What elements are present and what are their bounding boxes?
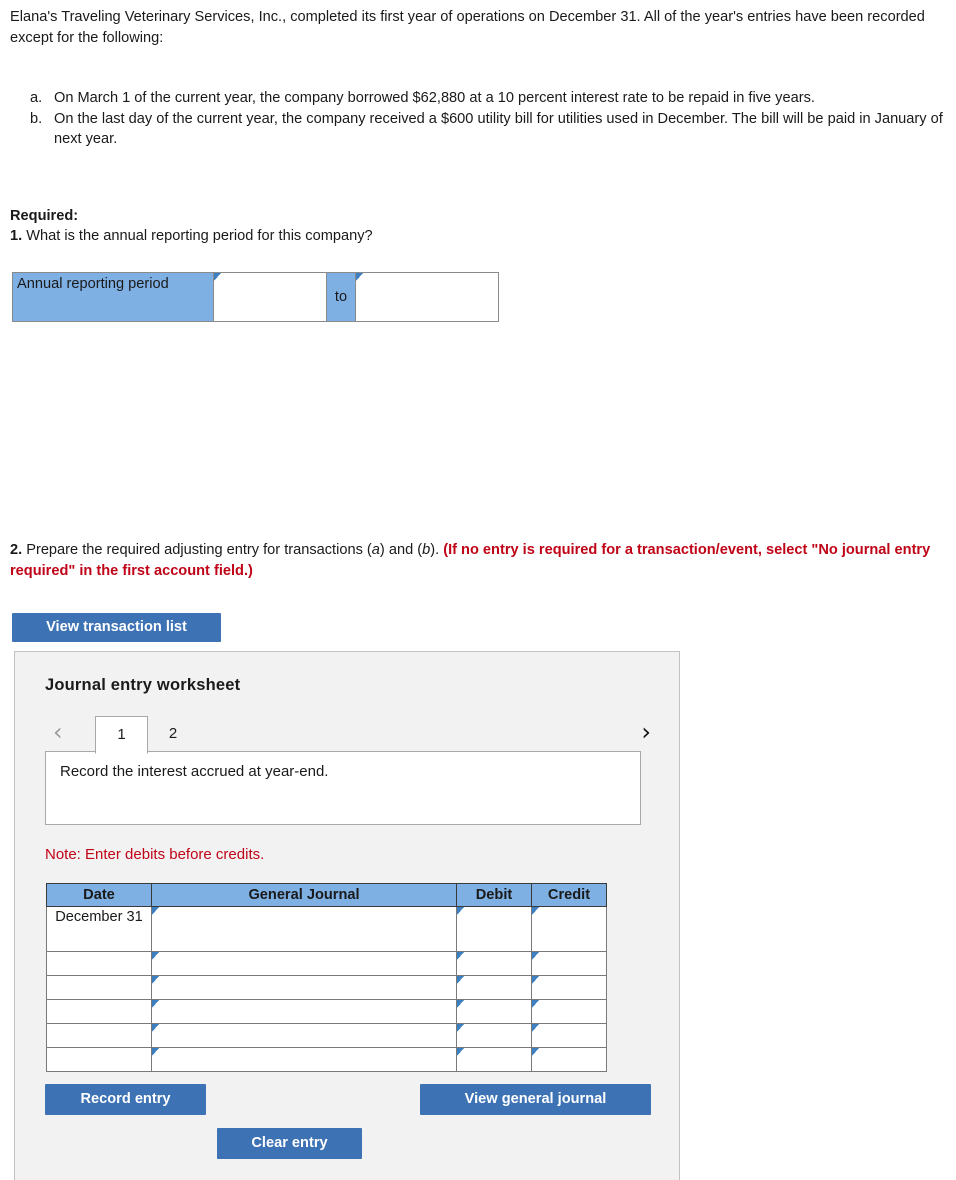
cell-credit[interactable]	[531, 1023, 607, 1048]
cell-debit[interactable]	[456, 1023, 532, 1048]
dropdown-corner-icon	[532, 1024, 539, 1032]
question-2-number: 2.	[10, 542, 23, 558]
list-item-text: On March 1 of the current year, the comp…	[54, 90, 815, 106]
cell-debit[interactable]	[456, 999, 532, 1024]
clear-entry-button[interactable]: Clear entry	[217, 1128, 362, 1159]
worksheet-title: Journal entry worksheet	[45, 676, 241, 694]
dropdown-corner-icon	[214, 273, 221, 281]
list-item-text: On the last day of the current year, the…	[54, 110, 943, 148]
cell-date[interactable]	[46, 1023, 152, 1048]
journal-entry-worksheet-panel: Journal entry worksheet ‹ 1 2 › Record t…	[14, 651, 680, 1180]
question-2-italic-a: a	[371, 542, 380, 558]
question-1-number: 1.	[10, 228, 23, 244]
cell-general-journal[interactable]	[151, 1023, 457, 1048]
dropdown-corner-icon	[457, 976, 464, 984]
dropdown-corner-icon	[457, 907, 464, 915]
dropdown-corner-icon	[152, 976, 159, 984]
cell-credit[interactable]	[531, 906, 607, 952]
view-general-journal-button[interactable]: View general journal	[420, 1084, 651, 1115]
question-2-text-3: ).	[430, 542, 444, 558]
cell-date[interactable]	[46, 1047, 152, 1072]
list-item: b. On the last day of the current year, …	[10, 109, 950, 150]
cell-debit[interactable]	[456, 975, 532, 1000]
cell-general-journal[interactable]	[151, 951, 457, 976]
debits-before-credits-note: Note: Enter debits before credits.	[45, 846, 265, 863]
cell-date[interactable]	[46, 999, 152, 1024]
problem-list: a. On March 1 of the current year, the c…	[10, 88, 950, 150]
dropdown-corner-icon	[152, 1000, 159, 1008]
cell-credit[interactable]	[531, 1047, 607, 1072]
cell-debit[interactable]	[456, 906, 532, 952]
dropdown-corner-icon	[356, 273, 363, 281]
dropdown-corner-icon	[152, 1048, 159, 1056]
dropdown-corner-icon	[532, 976, 539, 984]
cell-credit[interactable]	[531, 999, 607, 1024]
cell-date[interactable]: December 31	[46, 906, 152, 952]
tab-1[interactable]: 1	[95, 716, 148, 754]
question-1: 1. What is the annual reporting period f…	[10, 228, 373, 244]
dropdown-corner-icon	[532, 907, 539, 915]
column-header-general-journal: General Journal	[151, 883, 457, 907]
dropdown-corner-icon	[457, 1000, 464, 1008]
record-entry-button[interactable]: Record entry	[45, 1084, 206, 1115]
dropdown-corner-icon	[457, 1048, 464, 1056]
table-row	[46, 1047, 607, 1072]
dropdown-corner-icon	[152, 1024, 159, 1032]
dropdown-corner-icon	[152, 952, 159, 960]
table-row: Annual reporting period to	[12, 272, 499, 322]
table-row	[46, 1023, 607, 1048]
cell-general-journal[interactable]	[151, 999, 457, 1024]
dropdown-corner-icon	[457, 952, 464, 960]
worksheet-tabs: ‹ 1 2 ›	[45, 712, 653, 754]
annual-reporting-period-start-input[interactable]	[213, 272, 327, 322]
question-1-text: What is the annual reporting period for …	[22, 228, 373, 244]
required-heading: Required:	[10, 208, 79, 224]
list-item-marker: a.	[30, 90, 43, 106]
chevron-left-icon[interactable]: ‹	[53, 718, 63, 746]
worksheet-description: Record the interest accrued at year-end.	[45, 751, 641, 825]
cell-general-journal[interactable]	[151, 1047, 457, 1072]
journal-entry-table: Date General Journal Debit Credit Decemb…	[46, 883, 607, 1072]
dropdown-corner-icon	[532, 952, 539, 960]
dropdown-corner-icon	[532, 1048, 539, 1056]
cell-debit[interactable]	[456, 1047, 532, 1072]
dropdown-corner-icon	[152, 907, 159, 915]
cell-credit[interactable]	[531, 951, 607, 976]
cell-general-journal[interactable]	[151, 975, 457, 1000]
annual-reporting-period-end-input[interactable]	[355, 272, 499, 322]
annual-reporting-period-separator: to	[326, 272, 356, 322]
question-2: 2. Prepare the required adjusting entry …	[10, 540, 940, 581]
question-2-text-2: ) and (	[379, 542, 423, 558]
column-header-credit: Credit	[531, 883, 607, 907]
cell-date[interactable]	[46, 951, 152, 976]
question-2-text-1: Prepare the required adjusting entry for…	[22, 542, 372, 558]
dropdown-corner-icon	[532, 1000, 539, 1008]
list-item: a. On March 1 of the current year, the c…	[10, 88, 950, 109]
tab-2[interactable]: 2	[155, 716, 191, 754]
table-row: December 31	[46, 906, 607, 952]
cell-credit[interactable]	[531, 975, 607, 1000]
cell-date[interactable]	[46, 975, 152, 1000]
list-item-marker: b.	[30, 110, 43, 127]
table-row	[46, 999, 607, 1024]
column-header-date: Date	[46, 883, 152, 907]
cell-debit[interactable]	[456, 951, 532, 976]
annual-reporting-period-table: Annual reporting period to	[12, 272, 499, 322]
cell-general-journal[interactable]	[151, 906, 457, 952]
dropdown-corner-icon	[457, 1024, 464, 1032]
table-header-row: Date General Journal Debit Credit	[46, 883, 607, 907]
column-header-debit: Debit	[456, 883, 532, 907]
table-row	[46, 975, 607, 1000]
table-row	[46, 951, 607, 976]
intro-paragraph: Elana's Traveling Veterinary Services, I…	[10, 9, 925, 46]
chevron-right-icon[interactable]: ›	[641, 718, 651, 746]
view-transaction-list-button[interactable]: View transaction list	[12, 613, 221, 642]
annual-reporting-period-label: Annual reporting period	[12, 272, 214, 322]
